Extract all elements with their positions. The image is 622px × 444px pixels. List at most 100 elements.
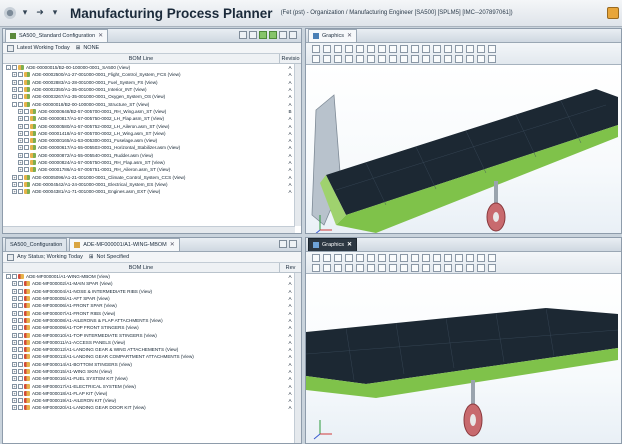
viewer2-section-icon[interactable] [400,254,408,262]
table-row[interactable]: + ADE-00000617/A1-55-005503-0001_Horizont… [3,144,301,151]
row-checkbox[interactable] [18,181,23,187]
viewer2-select-icon[interactable] [312,254,320,262]
viewer-rotate-icon-b[interactable] [323,55,331,63]
viewer2-hide-icon-b[interactable] [433,264,441,272]
row-checkbox[interactable] [18,79,23,85]
table-row[interactable]: + ADE-MF000008/A1-AILERONS & FLAP ATTACHM… [3,317,301,324]
table-row[interactable]: + ADE-00000165/A1-53-005300-0001_Fuselage… [3,137,301,144]
table-row[interactable]: + ADE-MF000010/A1-TOP INTERMEDIATE STINGE… [3,331,301,338]
expand-icon[interactable]: + [12,181,17,187]
expand-icon[interactable]: + [18,145,23,151]
table-row[interactable]: + ADE-00000872/A1-55-005540-0001_Rudder.a… [3,152,301,159]
table-row[interactable]: + ADE-MF000017/A1-ELECTRICAL SYSTEM (View… [3,382,301,389]
expand-icon[interactable]: + [18,167,23,173]
viewer2-fit-icon-b[interactable] [356,264,364,272]
chevron-down-icon[interactable]: ▾ [19,7,31,19]
viewer-zoom-icon[interactable] [345,45,353,53]
table-row[interactable]: + ADE-00005096/A1-21-001000-0001_Climate_… [3,173,301,180]
revision-rule-bar[interactable]: Latest Working Today ⊞ NONE [3,43,301,54]
maximize-icon[interactable] [289,31,297,39]
viewer-section-icon[interactable] [400,45,408,53]
expand-icon[interactable]: + [12,369,17,374]
viewer2-markup-icon[interactable] [422,254,430,262]
minimize-icon[interactable] [279,31,287,39]
table-row[interactable]: + ADE-00004542/A1-24-001000-0001_Electric… [3,181,301,188]
col-bom-line[interactable]: BOM Line [3,56,279,62]
close-icon-2[interactable]: ✕ [170,239,175,252]
expand-icon[interactable]: + [12,398,17,404]
row-checkbox[interactable] [24,138,29,144]
row-checkbox[interactable] [18,317,23,323]
viewer2-view-top-icon-b[interactable] [378,264,386,272]
viewer-shade-icon[interactable] [466,45,474,53]
viewer-show-icon[interactable] [444,45,452,53]
table-row[interactable]: - ADE-00000015/B2-00-100000-0001_SA500 (V… [3,64,301,71]
viewer-view-top-icon-b[interactable] [378,55,386,63]
table-row[interactable]: + ADE-MF000006/A1-FRONT SPAR (View) A [3,302,301,309]
viewer2-pan-icon-b[interactable] [334,264,342,272]
row-checkbox[interactable] [18,339,23,345]
viewer2-fit-icon[interactable] [356,254,364,262]
row-checkbox[interactable] [18,354,23,360]
viewer-measure-icon[interactable] [411,45,419,53]
toggle-green-icon-2[interactable] [269,31,277,39]
row-checkbox[interactable] [18,383,23,389]
row-checkbox[interactable] [18,369,23,374]
row-checkbox[interactable] [18,347,23,353]
close-icon-3[interactable]: ✕ [347,30,352,43]
expand-icon[interactable]: + [12,361,17,367]
viewer-zoom-icon-b[interactable] [345,55,353,63]
viewer2-wire-icon-b[interactable] [455,264,463,272]
viewer-snapshot-icon[interactable] [488,45,496,53]
viewer2-shade-icon-b[interactable] [466,264,474,272]
row-checkbox[interactable] [18,310,23,316]
row-checkbox[interactable] [24,160,29,165]
row-checkbox[interactable] [18,281,23,287]
viewer-rotate-icon[interactable] [323,45,331,53]
table-row[interactable]: + ADE-MF000019/A1-AILERON KIT (View) A [3,397,301,404]
table-row[interactable]: + ADE-00000817/A1-57-005750-0002_LH_Flap.… [3,115,301,122]
collapse-icon[interactable]: - [6,65,11,71]
viewer-select-icon[interactable] [312,45,320,53]
viewer2-measure-icon[interactable] [411,254,419,262]
table-row[interactable]: + ADE-MF000007/A1-FRONT RIBS (View) A [3,309,301,316]
expand-icon[interactable]: + [18,152,23,158]
col-bom-line-2[interactable]: BOM Line [3,265,279,271]
table-row[interactable]: + ADE-MF000002/A1-MAIN SPAR (View) A [3,280,301,287]
col-revision[interactable]: Revisio [279,54,301,63]
expand-icon[interactable]: + [18,138,23,144]
row-checkbox[interactable] [18,390,23,396]
sync-icon[interactable] [239,31,247,39]
row-checkbox[interactable] [24,152,29,158]
viewer-hide-icon[interactable] [433,45,441,53]
expand-icon[interactable]: + [12,376,17,382]
table-row[interactable]: + ADE-MF000014/A1-BOTTOM STINGERS (View) A [3,361,301,368]
vertical-scrollbar-2[interactable] [294,273,301,443]
table-row[interactable]: + ADE-00001418/A1-57-005700-0002_LH_Wing.… [3,130,301,137]
row-checkbox[interactable] [18,303,23,309]
close-icon-4[interactable]: ✕ [347,239,352,252]
viewer2-show-icon-b[interactable] [444,264,452,272]
viewer2-pan-icon[interactable] [334,254,342,262]
row-checkbox[interactable] [18,87,23,93]
row-checkbox[interactable] [18,398,23,404]
row-checkbox[interactable] [18,405,23,411]
app-gear-icon[interactable] [4,7,16,19]
expand-icon[interactable]: + [12,189,17,195]
viewer-section-icon-b[interactable] [400,55,408,63]
viewer-measure-icon-b[interactable] [411,55,419,63]
maximize-icon-2[interactable] [289,240,297,248]
3d-viewport-2[interactable] [306,274,621,443]
expand-icon[interactable]: + [12,281,17,287]
revision-rule-bar-2[interactable]: Any Status; Working Today ⊞ Not Specifie… [3,252,301,263]
minimize-icon-2[interactable] [279,240,287,248]
collapse-icon[interactable]: - [12,101,17,107]
expand-icon[interactable]: + [12,405,17,411]
tab-graphics-bottom[interactable]: Graphics ✕ [308,238,358,252]
table-row[interactable]: + ADE-MF000005/A1-AFT SPAR (View) A [3,295,301,302]
row-checkbox[interactable] [24,116,29,122]
viewer2-select-icon-b[interactable] [312,264,320,272]
viewer-markup-icon-b[interactable] [422,55,430,63]
viewer-markup-icon[interactable] [422,45,430,53]
viewer2-light-icon[interactable] [477,254,485,262]
